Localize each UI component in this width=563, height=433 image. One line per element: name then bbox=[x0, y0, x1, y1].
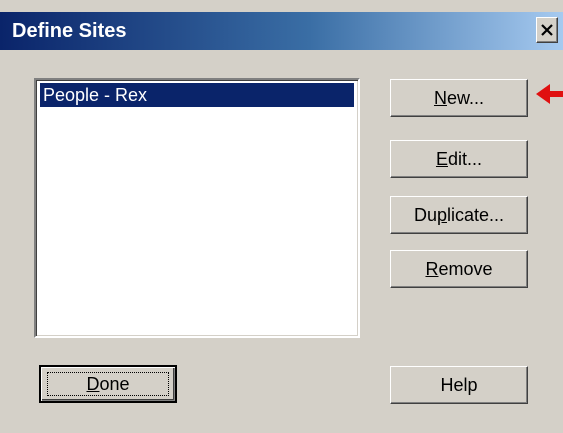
site-list[interactable]: People - Rex bbox=[34, 78, 360, 338]
close-icon bbox=[541, 24, 553, 36]
new-button[interactable]: New... bbox=[390, 79, 528, 117]
duplicate-button-label: Duplicate... bbox=[413, 205, 505, 225]
title-bar[interactable]: Define Sites bbox=[0, 12, 563, 50]
define-sites-dialog: Define Sites People - Rex New... Edit...… bbox=[0, 0, 563, 433]
edit-button[interactable]: Edit... bbox=[390, 140, 528, 178]
done-button[interactable]: Done bbox=[39, 365, 177, 403]
close-button[interactable] bbox=[536, 17, 558, 43]
help-button-label: Help bbox=[440, 375, 478, 395]
duplicate-button[interactable]: Duplicate... bbox=[390, 196, 528, 234]
red-arrow-icon bbox=[536, 84, 563, 104]
help-button[interactable]: Help bbox=[390, 366, 528, 404]
remove-button-label: Remove bbox=[425, 259, 493, 279]
list-item[interactable]: People - Rex bbox=[40, 83, 354, 107]
new-button-label: New... bbox=[433, 88, 485, 108]
done-button-label: Done bbox=[86, 374, 130, 394]
edit-button-label: Edit... bbox=[435, 149, 483, 169]
window-title: Define Sites bbox=[12, 20, 127, 42]
list-item-label: People - Rex bbox=[43, 85, 148, 105]
remove-button[interactable]: Remove bbox=[390, 250, 528, 288]
